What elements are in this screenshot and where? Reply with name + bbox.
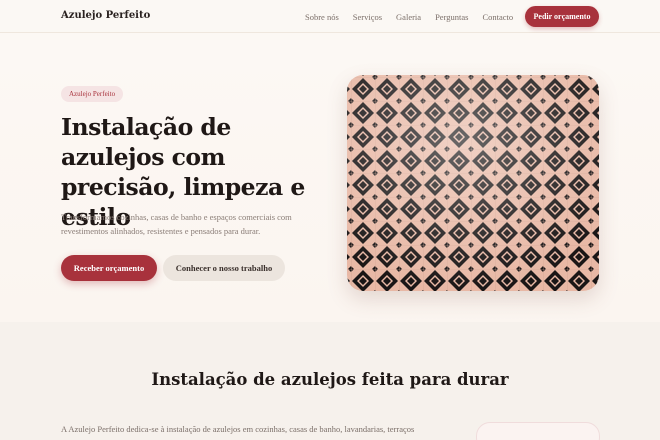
nav-links: Sobre nós Serviços Galeria Perguntas Con… [305,12,527,22]
nav-link-perguntas[interactable]: Perguntas [435,12,468,22]
tile-pattern-image [347,75,599,291]
nav-link-galeria[interactable]: Galeria [396,12,421,22]
request-quote-button[interactable]: Pedir orçamento [525,6,599,27]
receive-quote-button[interactable]: Receber orçamento [61,255,157,281]
about-body: A Azulejo Perfeito dedica-se à instalaçã… [61,424,415,434]
brand-logo[interactable]: Azulejo Perfeito [61,10,150,21]
about-title: Instalação de azulejos feita para durar [151,370,509,389]
tile-pattern-graphic [347,75,599,291]
see-work-button[interactable]: Conhecer o nosso trabalho [163,255,285,281]
nav-link-servicos[interactable]: Serviços [353,12,382,22]
hero-badge: Azulejo Perfeito [61,86,124,102]
hero-subtitle: Transformamos cozinhas, casas de banho e… [61,212,292,236]
nav-link-sobre[interactable]: Sobre nós [305,12,339,22]
top-navigation: Azulejo Perfeito Sobre nós Serviços Gale… [0,0,660,33]
about-card [476,422,600,440]
nav-link-contacto[interactable]: Contacto [482,12,513,22]
